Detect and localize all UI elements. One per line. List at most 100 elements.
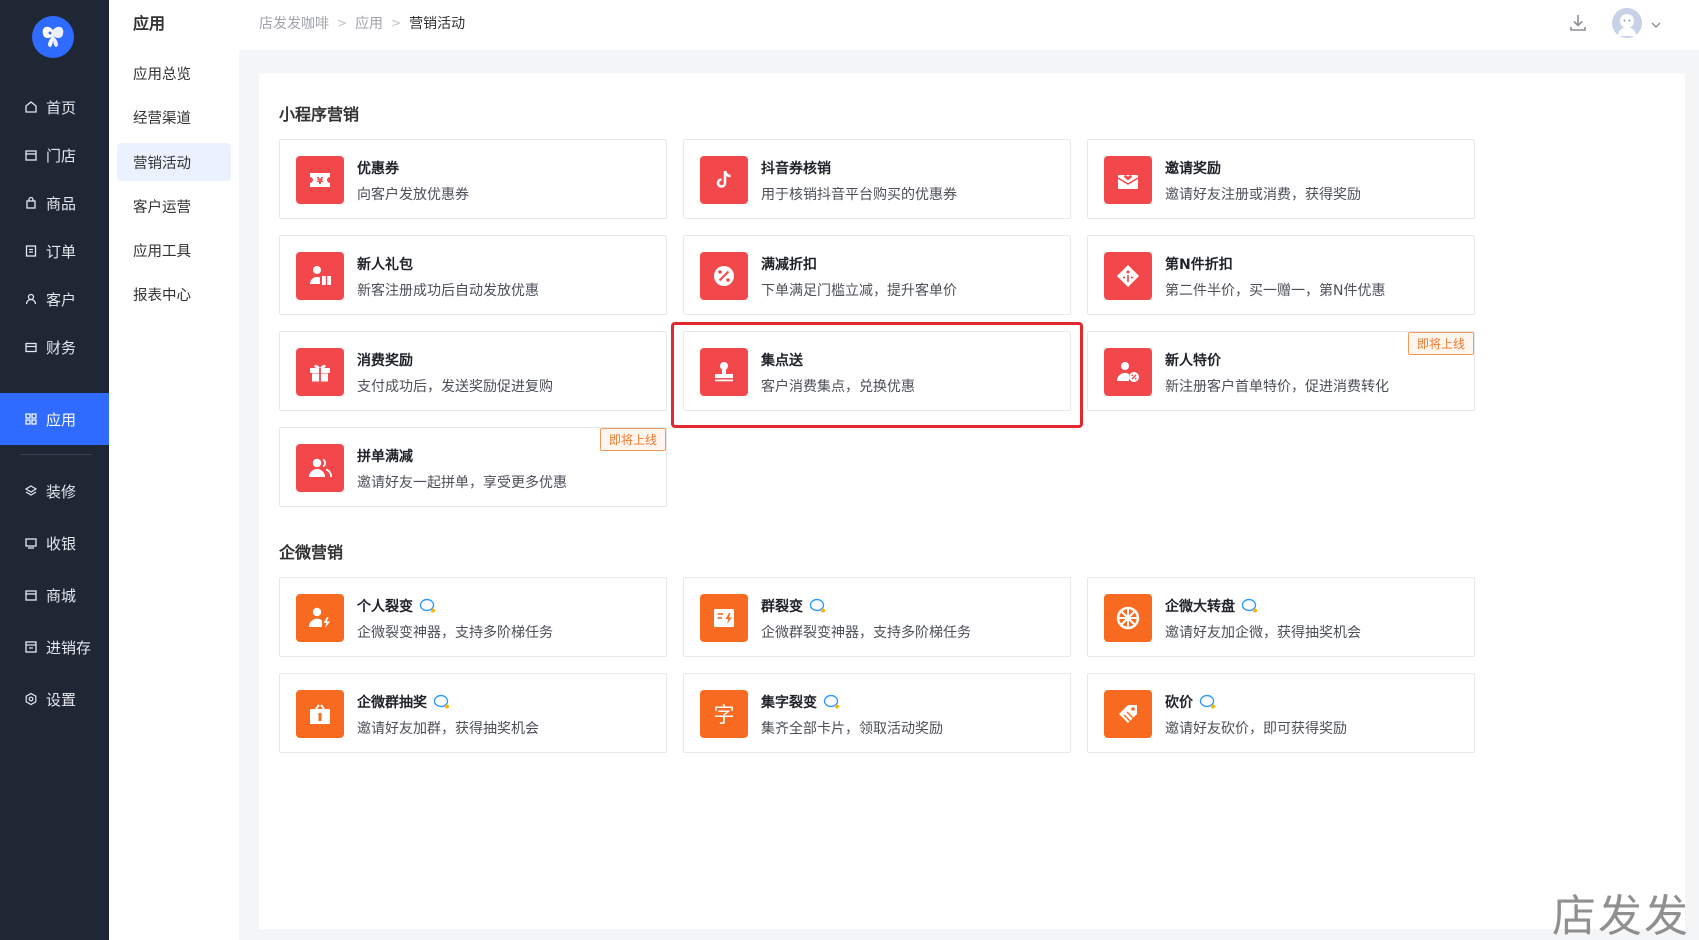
gear-icon: [24, 692, 38, 706]
inventory-icon: [24, 640, 38, 654]
tiktok-icon: [700, 156, 748, 204]
card-title: 个人裂变: [357, 596, 437, 616]
nav-label: 财务: [46, 338, 77, 357]
top-bar: 店发发咖啡 > 应用 > 营销活动: [239, 0, 1699, 50]
nav-apps[interactable]: 应用: [0, 393, 109, 445]
chevron-down-icon[interactable]: [1650, 16, 1662, 28]
nav-label: 应用: [46, 410, 77, 429]
person-flash-icon: [296, 594, 344, 642]
character-icon: 字: [700, 690, 748, 738]
card-title-text: 个人裂变: [357, 599, 413, 615]
nav-label: 商城: [46, 586, 77, 605]
nav-cashier[interactable]: 收银: [0, 517, 109, 569]
subnav-reports[interactable]: 报表中心: [117, 275, 231, 313]
card-stamp-collect[interactable]: 集点送 客户消费集点，兑换优惠: [683, 331, 1071, 411]
price-tag-icon: [1104, 252, 1152, 300]
subnav-app-overview[interactable]: 应用总览: [117, 54, 231, 92]
card-desc: 向客户发放优惠券: [357, 187, 469, 203]
newbie-gift-icon: [296, 252, 344, 300]
card-title-text: 企微大转盘: [1165, 599, 1235, 615]
avatar-face-icon: [1618, 14, 1636, 36]
card-title: 新人特价: [1165, 353, 1221, 369]
card-desc: 企微裂变神器，支持多阶梯任务: [357, 625, 553, 641]
card-full-discount[interactable]: 满减折扣 下单满足门槛立减，提升客单价: [683, 235, 1071, 315]
nav-label: 客户: [46, 290, 77, 309]
nav-home[interactable]: 首页: [0, 81, 109, 133]
nav-goods[interactable]: 商品: [0, 177, 109, 229]
nav-label: 设置: [46, 690, 77, 709]
card-group-fission[interactable]: 群裂变 企微群裂变神器，支持多阶梯任务: [683, 577, 1071, 657]
card-invite-reward[interactable]: 邀请奖励 邀请好友注册或消费，获得奖励: [1087, 139, 1475, 219]
card-nth-discount[interactable]: 第N件折扣 第二件半价，买一赠一，第N件优惠: [1087, 235, 1475, 315]
wheel-icon: [1104, 594, 1152, 642]
breadcrumb-apps[interactable]: 应用: [355, 13, 383, 33]
nav-label: 收银: [46, 534, 77, 553]
nav-label: 订单: [46, 242, 77, 261]
app-logo[interactable]: [32, 16, 74, 58]
card-desc: 邀请好友一起拼单，享受更多优惠: [357, 475, 567, 491]
card-collect-characters[interactable]: 字 集字裂变 集齐全部卡片，领取活动奖励: [683, 673, 1071, 753]
breadcrumb-current: 营销活动: [409, 16, 466, 32]
user-icon: [24, 292, 38, 306]
wecom-chat-icon: [823, 694, 841, 710]
nav-label: 门店: [46, 146, 77, 165]
card-personal-fission[interactable]: 个人裂变 企微裂变神器，支持多阶梯任务: [279, 577, 667, 657]
subnav-customer-ops[interactable]: 客户运营: [117, 187, 231, 225]
card-title: 集点送: [761, 353, 803, 369]
card-newbie-gift[interactable]: 新人礼包 新客注册成功后自动发放优惠: [279, 235, 667, 315]
wallet-icon: [24, 340, 38, 354]
card-title-text: 群裂变: [761, 599, 803, 615]
card-newbie-special[interactable]: 新人特价 新注册客户首单特价，促进消费转化 即将上线: [1087, 331, 1475, 411]
section-title-mini-program: 小程序营销: [279, 105, 360, 124]
nav-settings[interactable]: 设置: [0, 673, 109, 725]
card-title: 邀请奖励: [1165, 161, 1221, 177]
wecom-chat-icon: [1199, 694, 1217, 710]
nav-label: 首页: [46, 98, 77, 117]
card-group-order[interactable]: 拼单满减 邀请好友一起拼单，享受更多优惠 即将上线: [279, 427, 667, 507]
card-desc: 邀请好友注册或消费，获得奖励: [1165, 187, 1361, 203]
mall-icon: [24, 588, 38, 602]
breadcrumb-shop[interactable]: 店发发咖啡: [259, 13, 329, 33]
card-bargain[interactable]: 砍价 邀请好友砍价，即可获得奖励: [1087, 673, 1475, 753]
card-title-text: 砍价: [1165, 695, 1193, 711]
subnav-marketing[interactable]: 营销活动: [117, 143, 231, 181]
wecom-chat-icon: [1241, 598, 1259, 614]
card-desc: 邀请好友加企微，获得抽奖机会: [1165, 625, 1361, 641]
card-title: 集字裂变: [761, 692, 841, 712]
coupon-icon: ¥: [296, 156, 344, 204]
svg-text:字: 字: [714, 703, 735, 727]
card-consume-reward[interactable]: 消费奖励 支付成功后，发送奖励促进复购: [279, 331, 667, 411]
card-title-text: 企微群抽奖: [357, 695, 427, 711]
card-group-lottery[interactable]: 企微群抽奖 邀请好友加群，获得抽奖机会: [279, 673, 667, 753]
cashier-icon: [24, 536, 38, 550]
card-title: 群裂变: [761, 596, 827, 616]
card-desc: 新客注册成功后自动发放优惠: [357, 283, 539, 299]
nav-store[interactable]: 门店: [0, 129, 109, 181]
stamp-icon: [700, 348, 748, 396]
nav-customers[interactable]: 客户: [0, 273, 109, 325]
card-coupon[interactable]: ¥ 优惠券 向客户发放优惠券: [279, 139, 667, 219]
card-desc: 集齐全部卡片，领取活动奖励: [761, 721, 943, 737]
lottery-box-icon: [296, 690, 344, 738]
bargain-tag-icon: [1104, 690, 1152, 738]
subnav-channels[interactable]: 经营渠道: [117, 98, 231, 136]
store-icon: [24, 148, 38, 162]
nav-label: 装修: [46, 482, 77, 501]
nav-inventory[interactable]: 进销存: [0, 621, 109, 673]
download-icon[interactable]: [1567, 12, 1589, 34]
avatar[interactable]: [1612, 8, 1642, 38]
card-desc: 支付成功后，发送奖励促进复购: [357, 379, 553, 395]
wecom-chat-icon: [433, 694, 451, 710]
nav-finance[interactable]: 财务: [0, 321, 109, 373]
nav-mall[interactable]: 商城: [0, 569, 109, 621]
wecom-chat-icon: [809, 598, 827, 614]
card-desc: 下单满足门槛立减，提升客单价: [761, 283, 957, 299]
nav-orders[interactable]: 订单: [0, 225, 109, 277]
group-users-icon: [296, 444, 344, 492]
subnav-tools[interactable]: 应用工具: [117, 231, 231, 269]
card-title: 抖音券核销: [761, 161, 831, 177]
card-wecom-wheel[interactable]: 企微大转盘 邀请好友加企微，获得抽奖机会: [1087, 577, 1475, 657]
nav-decoration[interactable]: 装修: [0, 465, 109, 517]
card-desc: 邀请好友加群，获得抽奖机会: [357, 721, 539, 737]
card-tiktok-coupon[interactable]: 抖音券核销 用于核销抖音平台购买的优惠券: [683, 139, 1071, 219]
